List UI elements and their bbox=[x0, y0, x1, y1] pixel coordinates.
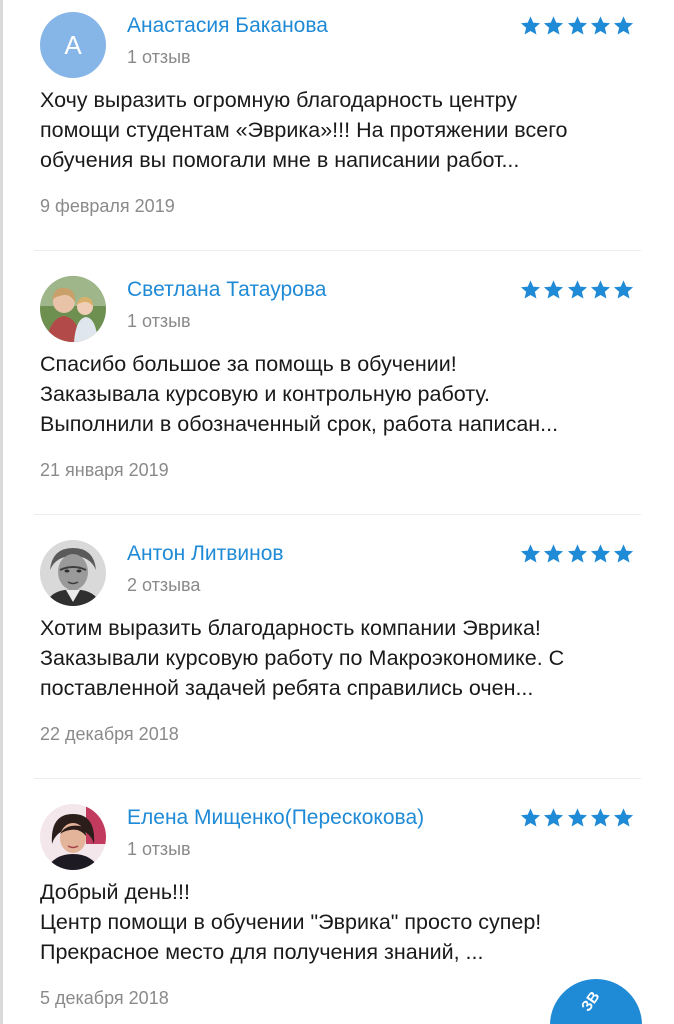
review-card: Антон Литвинов 2 отзыва Хотим выразить б… bbox=[0, 528, 674, 791]
review-date: 22 декабря 2018 bbox=[40, 724, 179, 744]
star-icon bbox=[544, 807, 564, 827]
avatar-photo bbox=[40, 804, 106, 870]
star-icon bbox=[567, 15, 587, 35]
review-text[interactable]: Хотим выразить благодарность компании Эв… bbox=[40, 613, 650, 703]
review-text-line: Хочу выразить огромную благодарность цен… bbox=[40, 88, 518, 112]
review-text-line: Выполнили в обозначенный срок, работа на… bbox=[40, 412, 559, 436]
star-icon bbox=[590, 279, 610, 299]
review-text-line: обучения вы помогали мне в написании раб… bbox=[40, 148, 520, 172]
review-text[interactable]: Спасибо большое за помощь в обучении! За… bbox=[40, 349, 650, 439]
review-count: 1 отзыв bbox=[127, 839, 191, 859]
review-count: 1 отзыв bbox=[127, 47, 191, 67]
review-count: 2 отзыва bbox=[127, 575, 201, 595]
avatar-photo bbox=[40, 540, 106, 606]
author-name-link[interactable]: Елена Мищенко(Перескокова) bbox=[127, 806, 424, 830]
star-icon bbox=[544, 15, 564, 35]
review-text-line: поставленной задачей ребята справились о… bbox=[40, 676, 534, 700]
star-icon bbox=[567, 543, 587, 563]
star-icon bbox=[544, 279, 564, 299]
star-rating bbox=[520, 542, 634, 564]
reviews-page: А Анастасия Баканова 1 отзыв Хочу вырази… bbox=[0, 0, 674, 1024]
star-icon bbox=[613, 807, 634, 827]
star-icon bbox=[567, 279, 587, 299]
star-rating bbox=[520, 278, 634, 300]
avatar[interactable] bbox=[40, 540, 106, 606]
author-name-link[interactable]: Анастасия Баканова bbox=[127, 14, 328, 38]
author-name-link[interactable]: Антон Литвинов bbox=[127, 542, 284, 566]
star-icon bbox=[613, 15, 634, 35]
star-icon bbox=[520, 279, 541, 299]
review-card: Светлана Татаурова 1 отзыв Спасибо больш… bbox=[0, 264, 674, 527]
star-rating bbox=[520, 14, 634, 36]
star-icon bbox=[590, 543, 610, 563]
star-icon bbox=[520, 807, 541, 827]
review-date: 21 января 2019 bbox=[40, 460, 169, 480]
fab-label: ЗВ bbox=[578, 988, 604, 1015]
review-text-line: Заказывала курсовую и контрольную работу… bbox=[40, 382, 490, 406]
star-icon bbox=[613, 279, 634, 299]
review-date: 9 февраля 2019 bbox=[40, 196, 175, 216]
avatar[interactable]: А bbox=[40, 12, 106, 78]
star-icon bbox=[590, 807, 610, 827]
star-icon bbox=[567, 807, 587, 827]
review-date: 5 декабря 2018 bbox=[40, 988, 169, 1008]
avatar[interactable] bbox=[40, 276, 106, 342]
review-count: 1 отзыв bbox=[127, 311, 191, 331]
review-card: А Анастасия Баканова 1 отзыв Хочу вырази… bbox=[0, 0, 674, 263]
star-icon bbox=[520, 543, 541, 563]
avatar[interactable] bbox=[40, 804, 106, 870]
review-text-line: Спасибо большое за помощь в обучении! bbox=[40, 352, 457, 376]
divider bbox=[34, 250, 641, 251]
star-icon bbox=[520, 15, 541, 35]
star-rating bbox=[520, 806, 634, 828]
star-icon bbox=[613, 543, 634, 563]
star-icon bbox=[590, 15, 610, 35]
review-text-line: помощи студентам «Эврика»!!! На протяжен… bbox=[40, 118, 568, 142]
author-name-link[interactable]: Светлана Татаурова bbox=[127, 278, 326, 302]
review-text-line: Заказывали курсовую работу по Макроэконо… bbox=[40, 646, 565, 670]
star-icon bbox=[544, 543, 564, 563]
divider bbox=[34, 514, 641, 515]
divider bbox=[34, 778, 641, 779]
review-text-line: Хотим выразить благодарность компании Эв… bbox=[40, 616, 541, 640]
review-text-line: Добрый день!!! bbox=[40, 880, 190, 904]
review-text-line: Прекрасное место для получения знаний, .… bbox=[40, 940, 484, 964]
review-text[interactable]: Хочу выразить огромную благодарность цен… bbox=[40, 85, 650, 175]
avatar-photo bbox=[40, 276, 106, 342]
review-text-line: Центр помощи в обучении "Эврика" просто … bbox=[40, 910, 542, 934]
review-text[interactable]: Добрый день!!! Центр помощи в обучении "… bbox=[40, 877, 650, 967]
